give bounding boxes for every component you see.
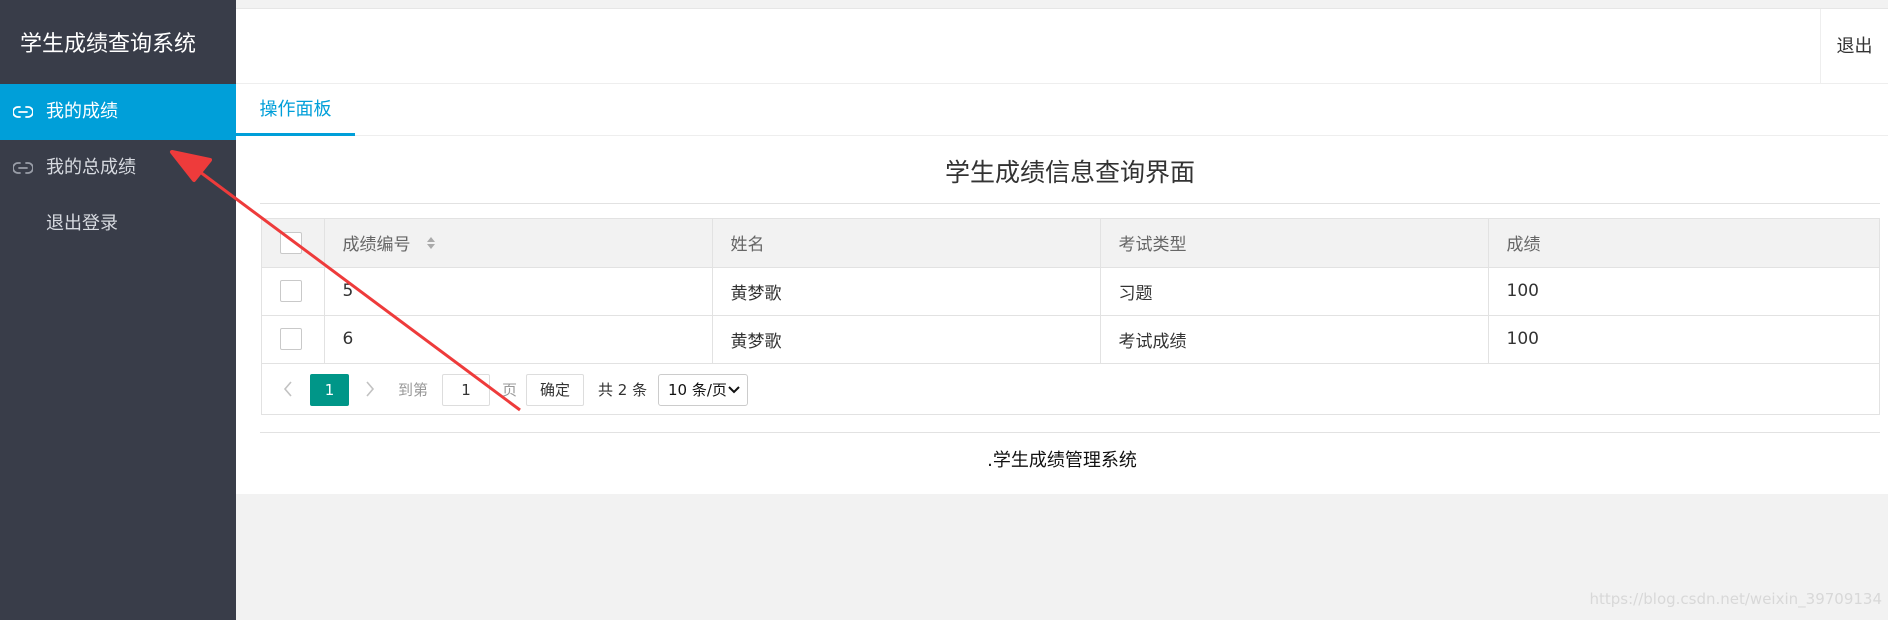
top-header: 退出 xyxy=(236,8,1888,85)
cell-score-id: 6 xyxy=(324,315,713,364)
cell-name: 黄梦歌 xyxy=(712,315,1101,364)
table-row: 5 黄梦歌 习题 100 xyxy=(262,267,1879,316)
chevron-left-icon[interactable] xyxy=(278,374,298,404)
link-icon xyxy=(12,140,34,196)
tab-bar: 操作面板 xyxy=(236,84,1888,136)
cell-score: 100 xyxy=(1488,267,1879,316)
sidebar-item-my-total-scores[interactable]: 我的总成绩 xyxy=(0,140,236,196)
goto-page-input[interactable]: 1 xyxy=(442,373,490,406)
pagination: 1 到第 1 页 确定 共 2 条 10 条/页 xyxy=(262,364,1879,414)
cell-name: 黄梦歌 xyxy=(712,267,1101,316)
cell-score: 100 xyxy=(1488,315,1879,364)
pagination-current-page[interactable]: 1 xyxy=(310,373,349,406)
cell-score-id: 5 xyxy=(324,267,713,316)
sidebar-item-my-scores[interactable]: 我的成绩 xyxy=(0,84,236,140)
link-icon xyxy=(12,84,34,140)
sidebar-item-label: 退出登录 xyxy=(46,213,118,234)
page-title: 学生成绩信息查询界面 xyxy=(260,156,1880,204)
page-size-value: 10 条/页 xyxy=(668,380,727,399)
table-row: 6 黄梦歌 考试成绩 100 xyxy=(262,315,1879,364)
scores-table: 成绩编号 姓名 考试类型 成绩 5 黄梦歌 习题 100 6 黄梦歌 考试成绩 … xyxy=(261,218,1880,415)
sidebar: 学生成绩查询系统 我的成绩 我的总成绩 退出登录 xyxy=(0,0,236,620)
sidebar-item-label: 我的成绩 xyxy=(46,101,118,122)
tab-control-panel[interactable]: 操作面板 xyxy=(236,84,355,136)
sidebar-item-label: 我的总成绩 xyxy=(46,157,136,178)
total-count: 共 2 条 xyxy=(598,380,648,399)
sidebar-item-logout[interactable]: 退出登录 xyxy=(0,196,236,252)
cell-exam-type: 习题 xyxy=(1100,267,1489,316)
footer-divider xyxy=(260,432,1880,433)
cell-exam-type: 考试成绩 xyxy=(1100,315,1489,364)
logout-button[interactable]: 退出 xyxy=(1820,9,1888,85)
row-checkbox[interactable] xyxy=(280,280,302,302)
row-checkbox[interactable] xyxy=(280,328,302,350)
watermark: https://blog.csdn.net/weixin_39709134 xyxy=(1589,590,1882,608)
chevron-right-icon[interactable] xyxy=(360,374,380,404)
app-title: 学生成绩查询系统 xyxy=(20,32,197,57)
column-header-score: 成绩 xyxy=(1488,219,1879,268)
chevron-down-icon xyxy=(728,385,740,393)
table-header-row: 成绩编号 姓名 考试类型 成绩 xyxy=(262,219,1879,268)
select-all-checkbox[interactable] xyxy=(280,231,302,254)
sort-icon[interactable] xyxy=(426,235,436,255)
column-header-score-id[interactable]: 成绩编号 xyxy=(324,219,713,268)
select-all-cell xyxy=(262,219,325,268)
goto-label: 到第 xyxy=(398,380,429,399)
goto-confirm-button[interactable]: 确定 xyxy=(526,373,584,406)
main-panel: 操作面板 学生成绩信息查询界面 成绩编号 姓名 考试类型 成绩 5 黄梦歌 习题… xyxy=(236,84,1888,494)
footer-text: .学生成绩管理系统 xyxy=(987,450,1137,471)
column-header-exam-type: 考试类型 xyxy=(1100,219,1489,268)
page-label: 页 xyxy=(502,380,518,399)
page-size-select[interactable]: 10 条/页 xyxy=(658,373,748,406)
column-header-name: 姓名 xyxy=(712,219,1101,268)
